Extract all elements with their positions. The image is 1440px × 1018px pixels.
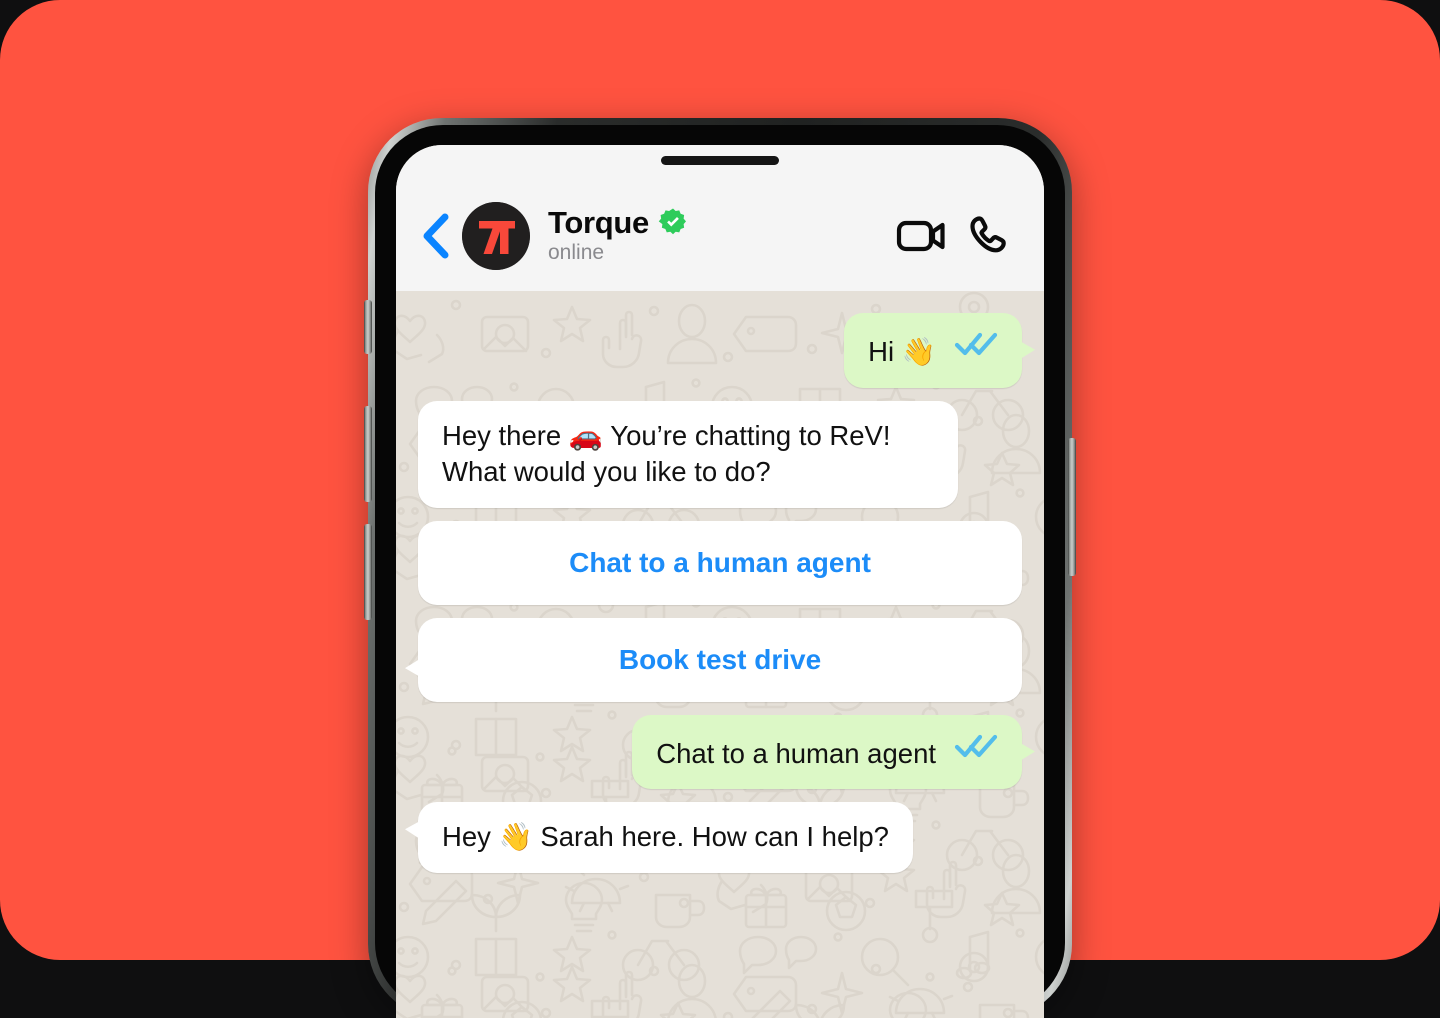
quick-reply-row: Book test drive — [418, 618, 1022, 702]
chat-header: Torque online — [396, 145, 1044, 291]
volume-up-button[interactable] — [364, 406, 372, 502]
bubble-tail — [405, 656, 425, 680]
power-button[interactable] — [1068, 438, 1076, 576]
silent-switch[interactable] — [364, 300, 372, 354]
avatar[interactable] — [462, 202, 530, 270]
double-check-icon — [954, 331, 998, 357]
double-check-icon — [954, 733, 998, 759]
outgoing-message-bubble[interactable]: Chat to a human agent — [632, 715, 1022, 790]
bubble-tail — [405, 818, 425, 842]
bubble-tail — [1015, 338, 1035, 362]
header-actions — [896, 214, 1010, 258]
incoming-message-bubble[interactable]: Hey 👋 Sarah here. How can I help? — [418, 802, 913, 873]
message-status — [954, 330, 998, 371]
phone-device: Torque online — [368, 118, 1072, 1018]
video-call-button[interactable] — [896, 217, 948, 255]
message-row: Chat to a human agent — [418, 715, 1022, 790]
bubble-content: Hi 👋 — [868, 330, 998, 371]
earpiece-speaker-icon — [661, 156, 779, 165]
volume-down-button[interactable] — [364, 524, 372, 620]
outgoing-message-bubble[interactable]: Hi 👋 — [844, 313, 1022, 388]
quick-reply-row: Chat to a human agent — [418, 521, 1022, 605]
back-button[interactable] — [412, 213, 458, 259]
message-row: Hey there 🚗 You’re chatting to ReV! What… — [418, 401, 1022, 508]
chevron-left-icon — [420, 213, 450, 259]
voice-call-button[interactable] — [968, 214, 1010, 258]
bubble-tail — [1015, 740, 1035, 764]
chat-body[interactable]: Hi 👋 Hey there 🚗 You’re chatting to ReV! … — [396, 291, 1044, 1018]
voice-call-icon — [968, 214, 1010, 258]
header-contact-info[interactable]: Torque online — [548, 206, 896, 267]
video-call-icon — [896, 217, 948, 255]
contact-name: Torque — [548, 206, 649, 239]
message-status — [954, 732, 998, 773]
contact-title-row: Torque — [548, 206, 896, 239]
message-text: Hey 👋 Sarah here. How can I help? — [442, 821, 889, 852]
verified-badge-icon — [658, 207, 688, 237]
contact-status: online — [548, 240, 896, 266]
incoming-message-bubble[interactable]: Hey there 🚗 You’re chatting to ReV! What… — [418, 401, 958, 508]
bubble-content: Chat to a human agent — [656, 732, 998, 773]
message-text: Hi 👋 — [868, 334, 936, 371]
message-row: Hi 👋 — [418, 313, 1022, 388]
quick-reply-button[interactable]: Chat to a human agent — [418, 521, 1022, 605]
message-text: Chat to a human agent — [656, 736, 936, 773]
message-text: Hey there 🚗 You’re chatting to ReV! What… — [442, 420, 898, 488]
phone-screen: Torque online — [396, 145, 1044, 1018]
message-row: Hey 👋 Sarah here. How can I help? — [418, 802, 1022, 873]
message-list: Hi 👋 Hey there 🚗 You’re chatting to ReV! … — [396, 291, 1044, 1018]
torque-logo-icon — [462, 202, 530, 270]
quick-reply-button[interactable]: Book test drive — [418, 618, 1022, 702]
